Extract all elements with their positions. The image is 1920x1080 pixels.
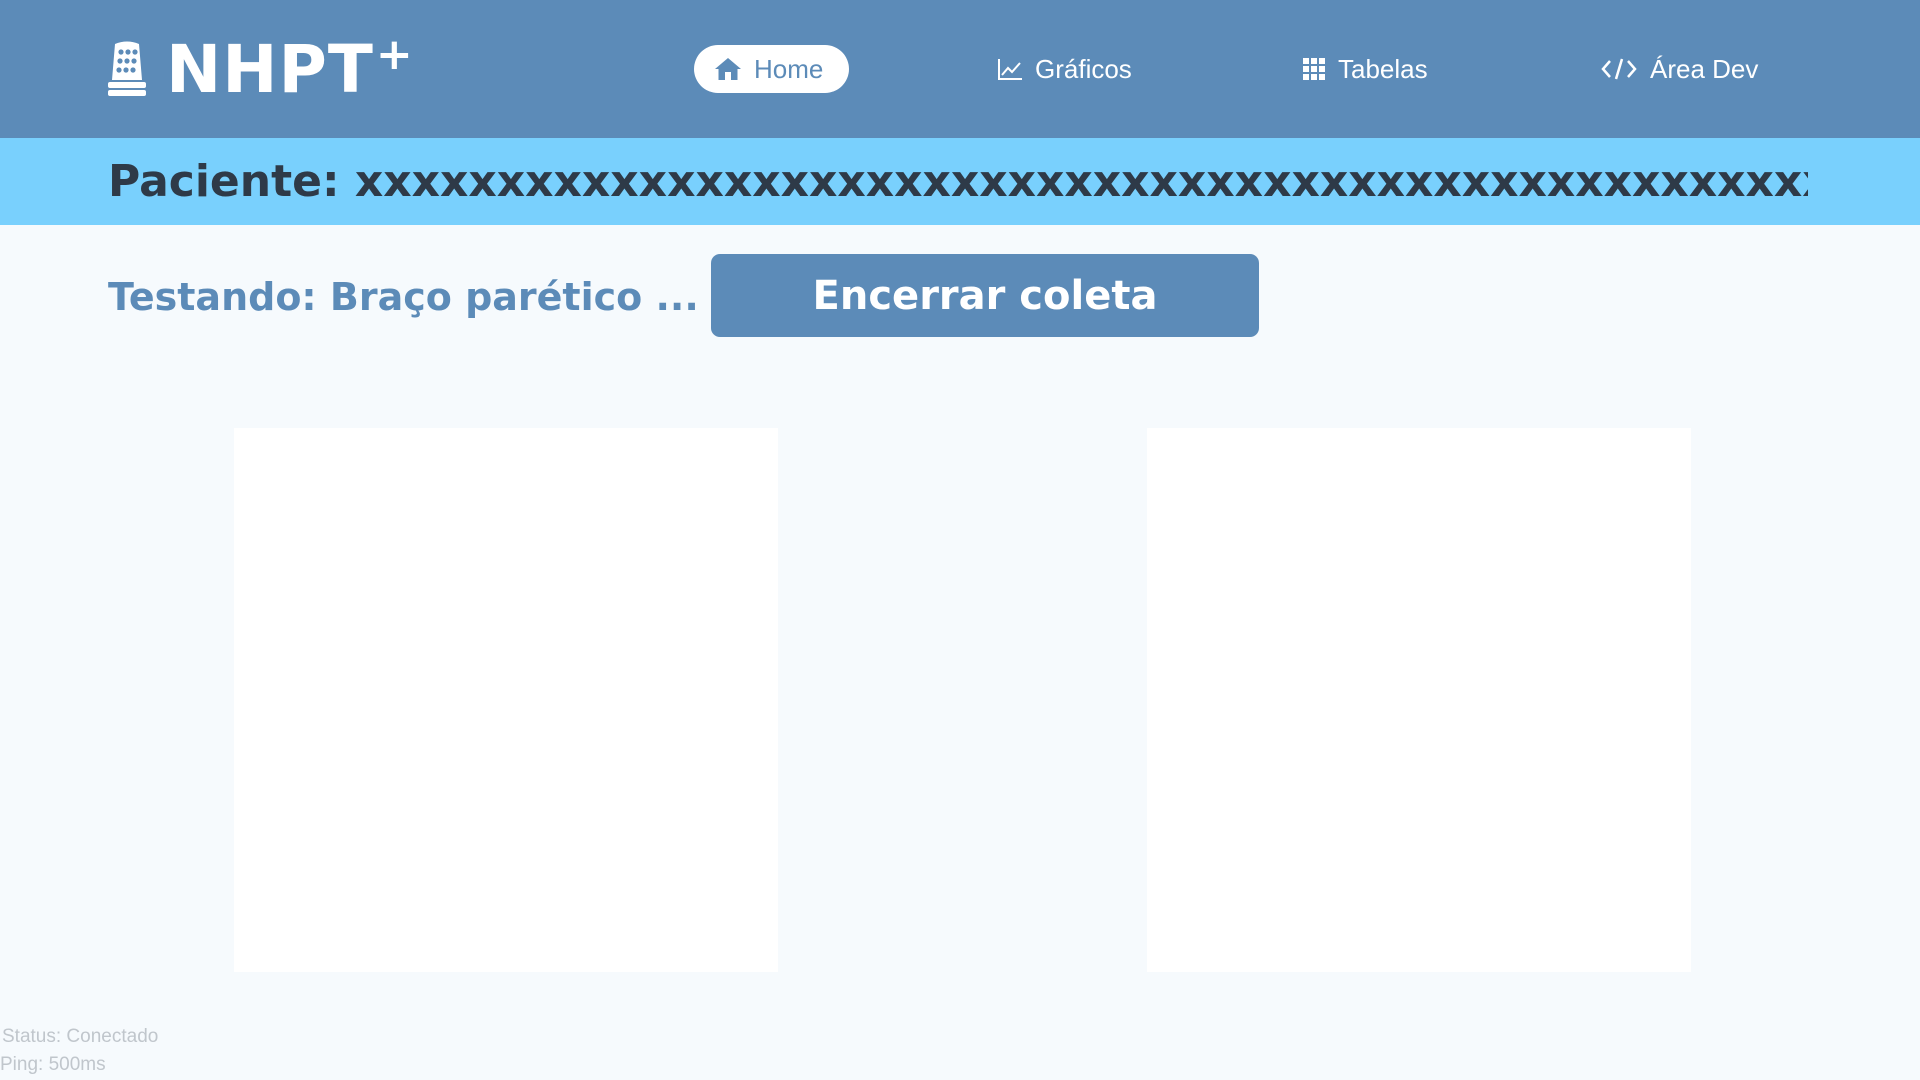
chart-line-icon <box>998 59 1022 80</box>
home-icon <box>715 58 741 80</box>
table-grid-icon <box>1303 58 1325 80</box>
nav-area-dev-label: Área Dev <box>1650 53 1759 84</box>
app-logo[interactable]: NHPT+ <box>106 29 414 108</box>
code-icon <box>1601 58 1637 80</box>
patient-bar: Paciente: xxxxxxxxxxxxxxxxxxxxxxxxxxxxxx… <box>0 138 1920 225</box>
nav-tabelas[interactable]: Tabelas <box>1302 45 1428 93</box>
nav-tabelas-label: Tabelas <box>1338 53 1428 84</box>
logo-plus: + <box>375 29 414 80</box>
nav-area-dev[interactable]: Área Dev <box>1600 45 1758 93</box>
nav-home-label: Home <box>754 53 824 84</box>
logo-text: NHPT+ <box>166 29 414 108</box>
end-collection-button[interactable]: Encerrar coleta <box>711 254 1259 337</box>
top-navigation-bar: NHPT+ Home Gráficos Tabelas Área Dev <box>0 0 1920 138</box>
thimble-logo-icon <box>108 41 146 96</box>
nav-graficos[interactable]: Gráficos <box>997 45 1132 93</box>
left-panel <box>234 428 778 972</box>
nav-home[interactable]: Home <box>694 45 850 93</box>
connection-status: Status: Conectado <box>2 1026 159 1047</box>
patient-name: Paciente: xxxxxxxxxxxxxxxxxxxxxxxxxxxxxx… <box>108 156 1808 207</box>
ping-status: Ping: 500ms <box>0 1054 106 1075</box>
nav-graficos-label: Gráficos <box>1035 53 1132 84</box>
testing-label: Testando: Braço parético ... <box>108 275 699 319</box>
right-panel <box>1147 428 1691 972</box>
